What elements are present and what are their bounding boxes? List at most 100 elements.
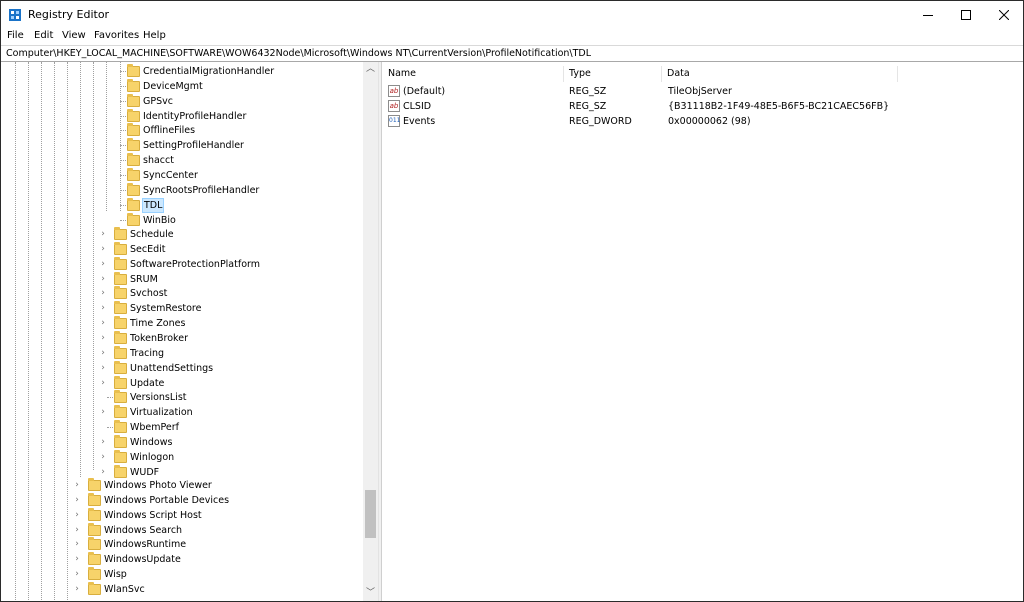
folder-icon bbox=[114, 375, 127, 389]
tree-node-label: SyncRootsProfileHandler bbox=[143, 184, 260, 196]
expand-chevron-icon[interactable]: › bbox=[73, 537, 81, 552]
expand-chevron-icon[interactable]: › bbox=[99, 301, 107, 316]
expand-chevron-icon[interactable]: › bbox=[73, 567, 81, 582]
folder-icon bbox=[127, 78, 140, 92]
tree-guide-line bbox=[67, 62, 68, 601]
maximize-icon bbox=[961, 10, 971, 20]
expand-chevron-icon[interactable]: › bbox=[73, 552, 81, 567]
tree-connector bbox=[107, 397, 113, 399]
menu-favorites[interactable]: Favorites bbox=[94, 30, 139, 41]
tree-node-label: VersionsList bbox=[130, 392, 187, 404]
expand-chevron-icon[interactable]: › bbox=[99, 227, 107, 242]
expand-chevron-icon[interactable]: › bbox=[73, 493, 81, 508]
tree-node-label: Windows bbox=[130, 436, 173, 448]
menu-file[interactable]: File bbox=[7, 30, 24, 41]
folder-icon bbox=[127, 93, 140, 107]
folder-icon bbox=[114, 256, 127, 270]
tree-node-label: SyncCenter bbox=[143, 169, 198, 181]
value-row[interactable]: ab CLSID REG_SZ {B31118B2-1F49-48E5-B6F5… bbox=[382, 99, 1023, 114]
value-name: Events bbox=[403, 116, 436, 127]
menu-bar: File Edit View Favorites Help bbox=[1, 29, 1023, 44]
folder-icon bbox=[88, 581, 101, 595]
expand-chevron-icon[interactable]: › bbox=[99, 361, 107, 376]
folder-icon bbox=[88, 537, 101, 551]
tree-node-label: Wisp bbox=[104, 569, 127, 581]
value-row[interactable]: ab (Default) REG_SZ TileObjServer bbox=[382, 84, 1023, 99]
title-bar: Registry Editor bbox=[1, 1, 1023, 29]
menu-edit[interactable]: Edit bbox=[34, 30, 53, 41]
folder-icon bbox=[114, 227, 127, 240]
maximize-button[interactable] bbox=[947, 1, 985, 29]
column-header-name[interactable]: Name bbox=[382, 66, 563, 82]
expand-chevron-icon[interactable]: › bbox=[99, 316, 107, 331]
folder-icon bbox=[127, 138, 140, 152]
folder-icon bbox=[127, 167, 140, 181]
expand-chevron-icon[interactable]: › bbox=[99, 242, 107, 257]
minimize-icon bbox=[923, 15, 933, 16]
menu-help[interactable]: Help bbox=[143, 30, 166, 41]
close-button[interactable] bbox=[985, 1, 1023, 29]
folder-icon bbox=[127, 123, 140, 137]
folder-icon bbox=[114, 420, 127, 434]
tree-guide-line bbox=[41, 62, 42, 601]
menu-view[interactable]: View bbox=[62, 30, 86, 41]
tree-node-label: DeviceMgmt bbox=[143, 80, 203, 92]
tree-node-label: TokenBroker bbox=[130, 332, 188, 344]
column-header-data[interactable]: Data bbox=[661, 66, 897, 82]
tree-guide-line bbox=[106, 62, 107, 211]
expand-chevron-icon[interactable]: › bbox=[73, 508, 81, 523]
value-data: {B31118B2-1F49-48E5-B6F5-BC21CAEC56FB} bbox=[668, 101, 890, 112]
tree-node-label: GPSvc bbox=[143, 95, 173, 107]
scroll-down-icon[interactable]: ﹀ bbox=[363, 586, 378, 600]
tree-connector bbox=[120, 174, 126, 176]
expand-chevron-icon[interactable]: › bbox=[99, 257, 107, 272]
expand-chevron-icon[interactable]: › bbox=[99, 346, 107, 361]
expand-chevron-icon[interactable]: › bbox=[99, 405, 107, 420]
expand-chevron-icon[interactable]: › bbox=[73, 582, 81, 597]
tree-guide-line bbox=[93, 62, 94, 470]
value-row[interactable]: 011 Events REG_DWORD 0x00000062 (98) bbox=[382, 114, 1023, 129]
tree-connector bbox=[120, 204, 126, 206]
tree-node-label: Time Zones bbox=[130, 318, 186, 330]
expand-chevron-icon[interactable]: › bbox=[73, 523, 81, 538]
expand-chevron-icon[interactable]: › bbox=[99, 272, 107, 287]
tree-guide-line bbox=[15, 62, 16, 601]
expand-chevron-icon[interactable]: › bbox=[99, 435, 107, 450]
tree-node-label: shacct bbox=[143, 155, 174, 167]
address-bar[interactable]: Computer\HKEY_LOCAL_MACHINE\SOFTWARE\WOW… bbox=[1, 45, 1023, 62]
folder-icon bbox=[114, 330, 127, 344]
tree-node-label: UnattendSettings bbox=[130, 362, 214, 374]
folder-icon bbox=[114, 271, 127, 285]
expand-chevron-icon[interactable]: › bbox=[99, 450, 107, 465]
tree-connector bbox=[120, 100, 126, 102]
expand-chevron-icon[interactable]: › bbox=[99, 376, 107, 391]
expand-chevron-icon[interactable]: › bbox=[99, 286, 107, 301]
folder-icon bbox=[114, 345, 127, 359]
tree-node-label: SoftwareProtectionPlatform bbox=[130, 258, 261, 270]
folder-icon bbox=[127, 182, 140, 196]
folder-icon bbox=[88, 552, 101, 566]
expand-chevron-icon[interactable]: › bbox=[73, 478, 81, 493]
column-divider[interactable] bbox=[897, 66, 898, 82]
folder-icon bbox=[114, 286, 127, 300]
tree-connector bbox=[120, 85, 126, 87]
value-data: 0x00000062 (98) bbox=[668, 116, 751, 127]
regedit-icon bbox=[9, 9, 21, 21]
tree-node-label: OfflineFiles bbox=[143, 125, 196, 137]
scroll-up-icon[interactable]: ︿ bbox=[363, 62, 378, 76]
column-header-type[interactable]: Type bbox=[563, 66, 661, 82]
tree-scrollbar[interactable]: ︿ ﹀ bbox=[363, 62, 378, 601]
tree-guide-line bbox=[54, 62, 55, 601]
tree-node-label: SystemRestore bbox=[130, 303, 202, 315]
tree-node-label: Tracing bbox=[130, 347, 165, 359]
close-icon bbox=[999, 10, 1009, 20]
minimize-button[interactable] bbox=[909, 1, 947, 29]
tree-node-label: CredentialMigrationHandler bbox=[143, 66, 275, 77]
expand-chevron-icon[interactable]: › bbox=[99, 331, 107, 346]
tree-node-label: Windows Search bbox=[104, 524, 183, 536]
folder-icon bbox=[88, 507, 101, 521]
folder-icon bbox=[127, 153, 140, 167]
value-name: (Default) bbox=[403, 86, 446, 97]
folder-icon bbox=[88, 478, 101, 491]
scrollbar-thumb[interactable] bbox=[365, 490, 376, 538]
